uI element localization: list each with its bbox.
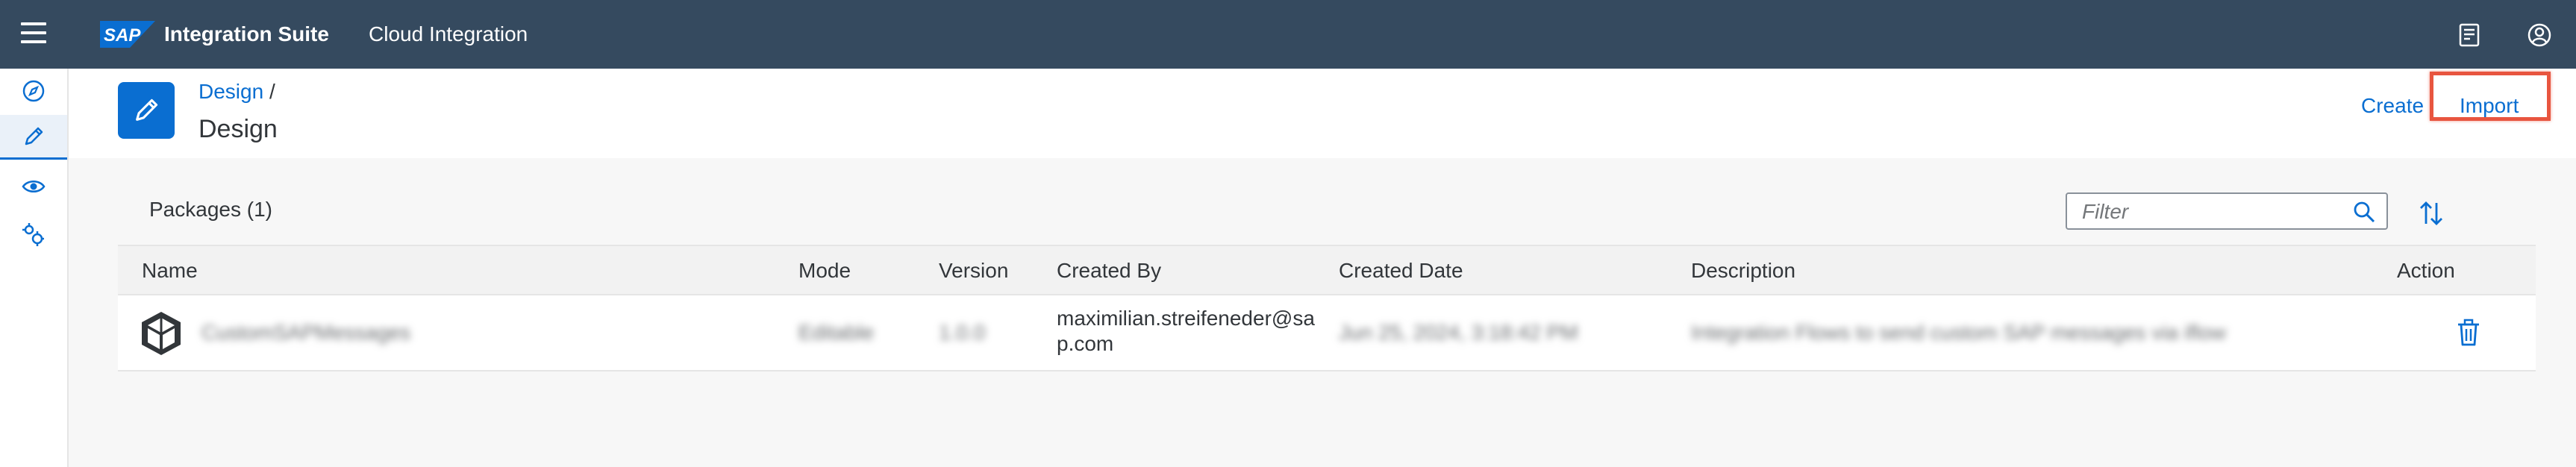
breadcrumb-separator: / <box>269 80 275 103</box>
package-name[interactable]: CustomSAPMessages <box>201 321 410 345</box>
column-header-version[interactable]: Version <box>939 246 1008 295</box>
column-header-created-by[interactable]: Created By <box>1057 246 1161 295</box>
compass-icon <box>22 80 45 102</box>
filter-field[interactable] <box>2066 192 2388 230</box>
product-name[interactable]: Integration Suite <box>164 21 329 48</box>
package-mode: Editable <box>798 321 875 344</box>
created-by-text: maximilian.streifeneder@sap.com <box>1057 307 1315 355</box>
package-created-date: Jun 25, 2024, 3:18:42 PM <box>1339 321 1578 344</box>
gears-icon <box>22 223 44 246</box>
packages-title: Packages (1) <box>149 198 272 221</box>
page-title: Design <box>198 115 278 143</box>
delete-icon[interactable] <box>2454 318 2483 348</box>
menu-icon[interactable] <box>21 22 46 45</box>
shell-bar: SAP Integration Suite Cloud Integration <box>0 0 2576 69</box>
packages-section: Packages (1) Name Mode Version Created B… <box>69 158 2576 467</box>
nav-item-monitor[interactable] <box>0 164 67 209</box>
nav-item-discover[interactable] <box>0 69 67 113</box>
column-header-name[interactable]: Name <box>142 246 198 295</box>
page-header: Design / Design Create Import <box>69 69 2576 158</box>
packages-table: Name Mode Version Created By Created Dat… <box>118 245 2536 372</box>
column-header-description[interactable]: Description <box>1691 246 1795 295</box>
column-header-mode[interactable]: Mode <box>798 246 851 295</box>
breadcrumb-link-design[interactable]: Design <box>198 80 263 103</box>
table-row[interactable]: CustomSAPMessages Editable 1.0.0 maximil… <box>118 295 2536 372</box>
user-icon[interactable] <box>2527 22 2552 48</box>
breadcrumb: Design / <box>198 79 275 104</box>
design-header-icon <box>118 82 175 139</box>
import-highlight-frame <box>2430 72 2551 121</box>
table-header: Name Mode Version Created By Created Dat… <box>118 245 2536 295</box>
eye-icon <box>22 181 46 192</box>
package-version: 1.0.0 <box>939 321 986 344</box>
column-header-action: Action <box>2397 259 2455 282</box>
search-icon[interactable] <box>2352 200 2376 224</box>
sort-button[interactable] <box>2415 197 2448 230</box>
package-icon <box>142 312 181 355</box>
column-header-created-date[interactable]: Created Date <box>1339 246 1463 295</box>
sap-logo[interactable]: SAP <box>100 21 155 48</box>
package-description: Integration Flows to send custom SAP mes… <box>1691 321 2226 344</box>
side-navigation <box>0 69 69 467</box>
filter-input[interactable] <box>2081 198 2334 225</box>
package-created-by: maximilian.streifeneder@sap.com <box>1057 306 1325 363</box>
sort-icon <box>2420 201 2442 225</box>
nav-item-design[interactable] <box>0 115 67 160</box>
product-subtitle: Cloud Integration <box>369 22 528 46</box>
pencil-icon <box>136 98 158 121</box>
notes-icon[interactable] <box>2457 22 2482 48</box>
pencil-icon <box>25 127 43 145</box>
create-button[interactable]: Create <box>2354 90 2431 122</box>
nav-item-settings[interactable] <box>0 212 67 257</box>
sap-logo-text: SAP <box>104 25 141 46</box>
